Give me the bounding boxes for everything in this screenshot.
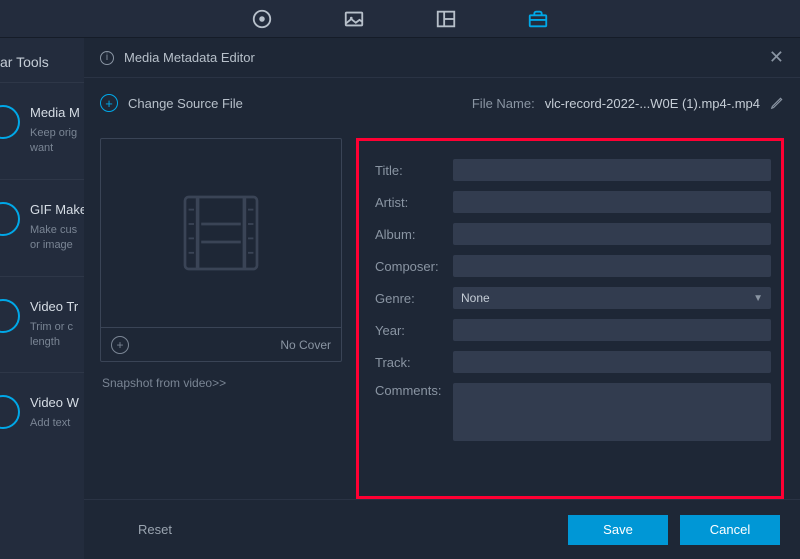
track-input[interactable] xyxy=(453,351,771,373)
record-icon[interactable] xyxy=(251,8,273,30)
album-input[interactable] xyxy=(453,223,771,245)
filename-value: vlc-record-2022-...W0E (1).mp4-.mp4 xyxy=(545,96,760,111)
filename-label: File Name: xyxy=(472,96,535,111)
sidebar-item-media[interactable]: Media M Keep orig want xyxy=(0,82,84,179)
modal-title: Media Metadata Editor xyxy=(124,50,759,65)
comments-label: Comments: xyxy=(375,383,453,398)
artist-input[interactable] xyxy=(453,191,771,213)
sidebar-item-gif[interactable]: GIF Make Make cus or image xyxy=(0,179,84,276)
save-button[interactable]: Save xyxy=(568,515,668,545)
artist-label: Artist: xyxy=(375,195,453,210)
no-cover-label: No Cover xyxy=(137,338,331,352)
watermark-icon xyxy=(0,395,20,429)
top-nav xyxy=(0,0,800,38)
sidebar-section-title: ar Tools xyxy=(0,38,84,82)
image-icon[interactable] xyxy=(343,8,365,30)
composer-input[interactable] xyxy=(453,255,771,277)
snapshot-link[interactable]: Snapshot from video>> xyxy=(100,376,342,390)
sidebar-item-label: GIF Make xyxy=(30,202,87,217)
gif-icon xyxy=(0,202,20,236)
sidebar-item-video-trim[interactable]: Video Tr Trim or c length xyxy=(0,276,84,373)
media-icon xyxy=(0,105,20,139)
modal-header: i Media Metadata Editor ✕ xyxy=(84,38,800,78)
edit-filename-icon[interactable] xyxy=(770,96,784,110)
cancel-button[interactable]: Cancel xyxy=(680,515,780,545)
sidebar-item-label: Media M xyxy=(30,105,80,120)
reset-button[interactable]: Reset xyxy=(104,522,172,537)
trim-icon xyxy=(0,299,20,333)
track-label: Track: xyxy=(375,355,453,370)
year-input[interactable] xyxy=(453,319,771,341)
metadata-form-highlight: Title: Artist: Album: Composer: Genre: ▼ xyxy=(356,138,784,499)
composer-label: Composer: xyxy=(375,259,453,274)
info-icon: i xyxy=(100,51,114,65)
layout-icon[interactable] xyxy=(435,8,457,30)
sidebar-item-video-watermark[interactable]: Video W Add text xyxy=(0,372,84,453)
change-source-link[interactable]: Change Source File xyxy=(128,96,243,111)
genre-select[interactable] xyxy=(453,287,771,309)
add-cover-icon[interactable]: + xyxy=(111,336,129,354)
filmstrip-icon xyxy=(176,188,266,278)
album-label: Album: xyxy=(375,227,453,242)
genre-label: Genre: xyxy=(375,291,453,306)
modal-footer: Reset Save Cancel xyxy=(84,499,800,559)
year-label: Year: xyxy=(375,323,453,338)
toolbox-icon[interactable] xyxy=(527,8,549,30)
close-icon[interactable]: ✕ xyxy=(769,47,784,68)
sidebar-item-label: Video W xyxy=(30,395,79,410)
cover-preview xyxy=(101,139,341,327)
source-row: + Change Source File File Name: vlc-reco… xyxy=(84,78,800,128)
comments-input[interactable] xyxy=(453,383,771,441)
sidebar-item-label: Video Tr xyxy=(30,299,78,314)
title-input[interactable] xyxy=(453,159,771,181)
cover-box: + No Cover xyxy=(100,138,342,362)
metadata-editor-modal: i Media Metadata Editor ✕ + Change Sourc… xyxy=(84,38,800,559)
bg-sidebar: ar Tools Media M Keep orig want GIF Make… xyxy=(0,38,84,559)
add-source-icon[interactable]: + xyxy=(100,94,118,112)
title-label: Title: xyxy=(375,163,453,178)
